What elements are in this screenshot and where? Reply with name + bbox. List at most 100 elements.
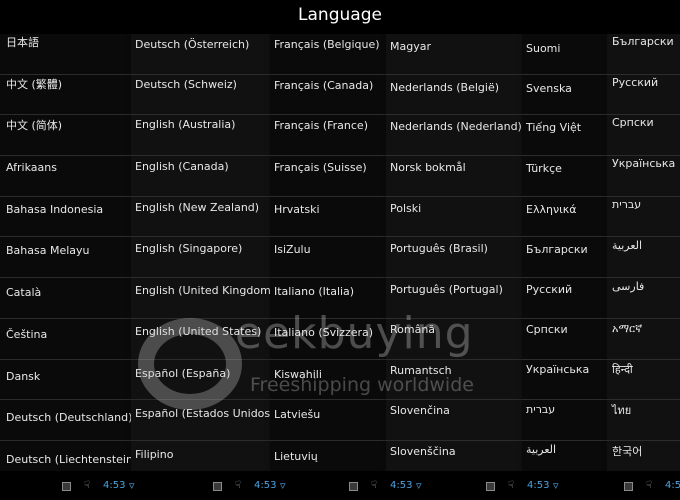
language-option[interactable]: Lietuvių — [270, 441, 386, 471]
wifi-icon: ▿ — [280, 479, 286, 492]
language-option[interactable]: Norsk bokmål — [386, 156, 522, 197]
language-option[interactable]: العربية — [607, 237, 680, 279]
usb-icon: ☟ — [84, 480, 91, 491]
language-option[interactable]: English (New Zealand) — [131, 197, 270, 238]
language-option[interactable]: English (Canada) — [131, 156, 270, 197]
language-option[interactable]: Български — [607, 34, 680, 75]
status-segment: ☟4:53▿ — [624, 480, 680, 494]
language-option-label: Latviešu — [274, 408, 321, 422]
language-option[interactable]: Español (Estados Unidos) — [131, 400, 270, 441]
language-option-label: Română — [390, 322, 436, 336]
language-column-3[interactable]: Français (Belgique) Français (Canada) Fran… — [270, 34, 386, 471]
language-option[interactable]: Kiswahili — [270, 360, 386, 401]
language-option[interactable]: Deutsch (Liechtenstein) — [0, 441, 131, 471]
language-option[interactable]: English (United Kingdom) — [131, 278, 270, 319]
language-option[interactable]: Italiano (Svizzera) — [270, 319, 386, 360]
language-option-label: Bahasa Melayu — [6, 244, 90, 258]
language-option[interactable]: ไทย — [607, 400, 680, 441]
language-option-label: Norsk bokmål — [390, 161, 466, 175]
language-option[interactable]: العربية — [522, 441, 607, 471]
language-option[interactable]: Nederlands (België) — [386, 75, 522, 116]
language-column-1[interactable]: 日本語 中文 (繁體) 中文 (简体) Afrikaans Bahasa Indones… — [0, 34, 131, 471]
language-option[interactable]: Українська — [607, 156, 680, 197]
language-column-2[interactable]: Deutsch (Österreich) Deutsch (Schweiz) Eng… — [131, 34, 270, 471]
language-column-4[interactable]: Magyar Nederlands (België) Nederlands (Ned… — [386, 34, 522, 471]
language-option-label: Español (España) — [135, 366, 231, 380]
language-option-label: Català — [6, 286, 42, 300]
language-option[interactable]: Български — [522, 237, 607, 279]
language-option-label: العربية — [526, 442, 557, 456]
language-option[interactable]: עברית — [522, 400, 607, 441]
language-option[interactable]: English (Singapore) — [131, 237, 270, 279]
language-option[interactable]: Українська — [522, 360, 607, 401]
language-option-label: Български — [526, 243, 588, 257]
language-option[interactable]: हिन्दी — [607, 360, 680, 401]
wifi-icon: ▿ — [553, 479, 559, 492]
language-option[interactable]: Русский — [522, 278, 607, 319]
language-option[interactable]: Català — [0, 278, 131, 319]
language-option-label: Rumantsch — [390, 363, 452, 377]
language-option[interactable]: Nederlands (Nederland) — [386, 115, 522, 157]
language-option[interactable]: Français (Belgique) — [270, 34, 386, 75]
language-option[interactable]: አማርኛ — [607, 319, 680, 360]
page-title: Language — [298, 5, 382, 25]
language-option[interactable]: Français (France) — [270, 115, 386, 157]
language-option[interactable]: Français (Suisse) — [270, 156, 386, 197]
language-option[interactable]: עברית — [607, 197, 680, 238]
language-option[interactable]: Rumantsch — [386, 360, 522, 401]
language-option[interactable]: Slovenščina — [386, 441, 522, 471]
language-option[interactable]: 中文 (繁體) — [0, 75, 131, 116]
language-option[interactable]: Türkçe — [522, 156, 607, 197]
language-option[interactable]: Bahasa Melayu — [0, 237, 131, 279]
language-option[interactable]: 日本語 — [0, 34, 131, 75]
language-option[interactable]: Deutsch (Deutschland) — [0, 400, 131, 441]
language-option[interactable]: English (United States) — [131, 319, 270, 360]
language-option-label: አማርኛ — [612, 321, 643, 335]
language-option[interactable]: Português (Brasil) — [386, 237, 522, 279]
language-option[interactable]: Français (Canada) — [270, 75, 386, 116]
language-option-label: English (United States) — [135, 324, 262, 338]
language-option-label: Українська — [612, 157, 676, 171]
language-option[interactable]: Italiano (Italia) — [270, 278, 386, 319]
language-option[interactable]: Čeština — [0, 319, 131, 360]
language-option[interactable]: 中文 (简体) — [0, 115, 131, 157]
language-option[interactable]: Deutsch (Österreich) — [131, 34, 270, 75]
language-option-label: Français (Belgique) — [274, 38, 380, 51]
wifi-icon: ▿ — [129, 479, 135, 492]
language-option-label: Српски — [526, 322, 568, 336]
language-option[interactable]: Dansk — [0, 360, 131, 401]
clock-time: 4:53 — [390, 480, 413, 491]
language-option[interactable]: Русский — [607, 75, 680, 116]
language-option[interactable]: Latviešu — [270, 400, 386, 441]
language-option[interactable]: Filipino — [131, 441, 270, 471]
language-option-label: Deutsch (Schweiz) — [135, 77, 237, 91]
language-option[interactable]: Español (España) — [131, 360, 270, 401]
language-option[interactable]: English (Australia) — [131, 115, 270, 157]
language-option[interactable]: Српски — [607, 115, 680, 157]
language-option[interactable]: Magyar — [386, 34, 522, 75]
language-option[interactable]: Svenska — [522, 75, 607, 116]
language-option[interactable]: فارسی — [607, 278, 680, 319]
language-option[interactable]: Afrikaans — [0, 156, 131, 197]
language-column-5[interactable]: Suomi Svenska Tiếng Việt Türkçe Ελληνικά Бълг… — [522, 34, 607, 471]
language-option[interactable]: Română — [386, 319, 522, 360]
language-option[interactable]: Hrvatski — [270, 197, 386, 238]
language-column-6[interactable]: Български Русский Српски Українська עברית الع… — [607, 34, 680, 471]
language-option[interactable]: Bahasa Indonesia — [0, 197, 131, 238]
language-option[interactable]: IsiZulu — [270, 237, 386, 279]
language-option[interactable]: Suomi — [522, 34, 607, 75]
language-option-label: Magyar — [390, 40, 431, 53]
usb-icon: ☟ — [508, 480, 515, 491]
language-option[interactable]: Português (Portugal) — [386, 278, 522, 319]
language-option[interactable]: Српски — [522, 319, 607, 360]
language-option[interactable]: Ελληνικά — [522, 197, 607, 238]
language-option[interactable]: Slovenčina — [386, 400, 522, 441]
language-option-label: English (Canada) — [135, 160, 229, 174]
language-option-label: العربية — [612, 239, 643, 253]
status-segment: ☟4:53▿ — [486, 479, 622, 494]
language-option[interactable]: Deutsch (Schweiz) — [131, 75, 270, 116]
screenshot-icon — [486, 482, 495, 491]
language-option[interactable]: 한국어 — [607, 441, 680, 471]
language-option[interactable]: Polski — [386, 197, 522, 238]
language-option[interactable]: Tiếng Việt — [522, 115, 607, 157]
